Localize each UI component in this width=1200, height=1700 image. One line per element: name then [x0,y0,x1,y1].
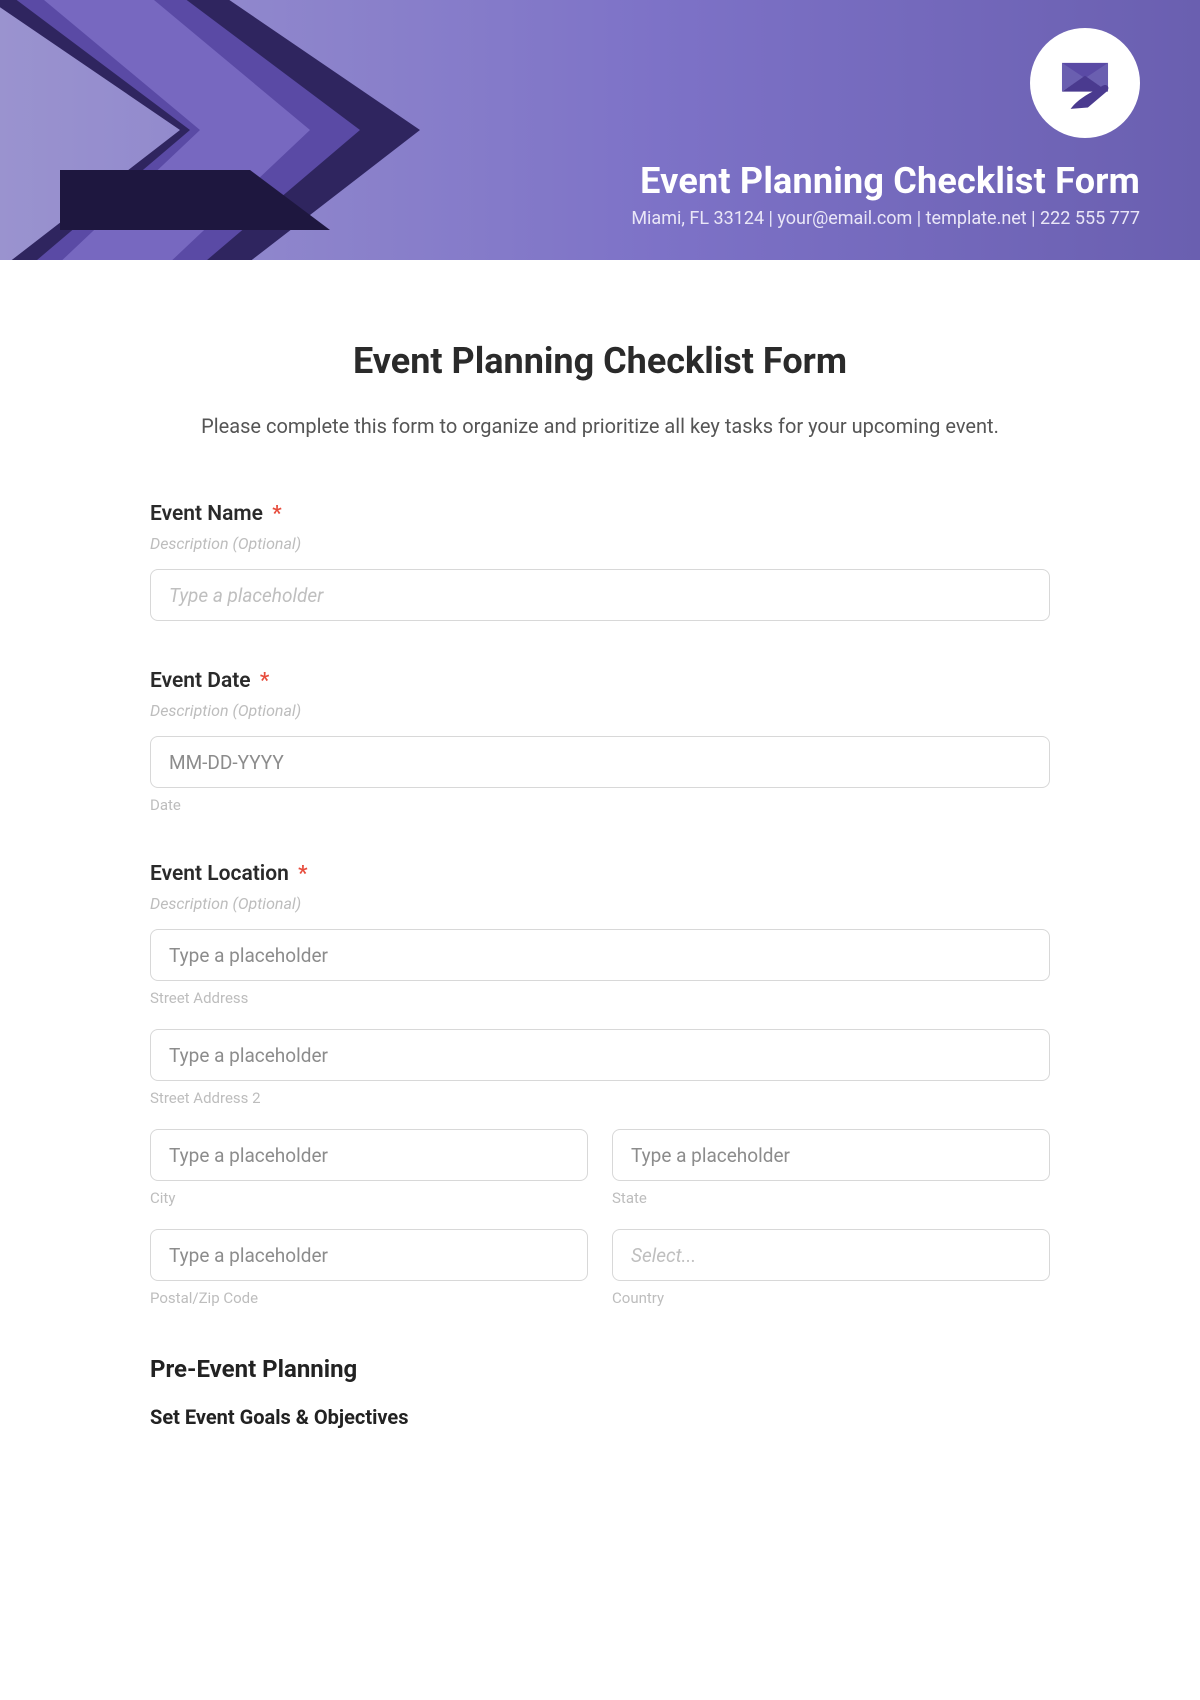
event-date-hint: Description (Optional) [150,701,1050,720]
country-sublabel: Country [612,1289,1050,1307]
event-name-label: Event Name [150,502,263,526]
event-name-input[interactable] [150,569,1050,621]
event-date-input[interactable] [150,736,1050,788]
banner-title: Event Planning Checklist Form [631,160,1140,202]
envelope-hand-icon [1049,47,1121,119]
required-mark: * [260,669,269,693]
state-input[interactable] [612,1129,1050,1181]
header-banner: Event Planning Checklist Form Miami, FL … [0,0,1200,260]
event-date-sublabel: Date [150,796,1050,814]
required-mark: * [272,502,281,526]
banner-subtitle: Miami, FL 33124 | your@email.com | templ… [631,208,1140,229]
event-date-label: Event Date [150,669,251,693]
street-address-sublabel: Street Address [150,989,1050,1007]
event-location-label: Event Location [150,862,289,886]
brand-logo [1030,28,1140,138]
city-sublabel: City [150,1189,588,1207]
postal-input[interactable] [150,1229,588,1281]
state-sublabel: State [612,1189,1050,1207]
country-select[interactable] [612,1229,1050,1281]
section-pre-event-heading: Pre-Event Planning [150,1355,1050,1383]
field-event-date: Event Date * Description (Optional) Date [150,669,1050,814]
field-event-location: Event Location * Description (Optional) … [150,862,1050,1307]
page-title: Event Planning Checklist Form [150,340,1050,382]
page-description: Please complete this form to organize an… [166,410,1034,442]
event-location-hint: Description (Optional) [150,894,1050,913]
postal-sublabel: Postal/Zip Code [150,1289,588,1307]
required-mark: * [298,862,307,886]
section-pre-event-sub1: Set Event Goals & Objectives [150,1405,1050,1429]
event-name-hint: Description (Optional) [150,534,1050,553]
city-input[interactable] [150,1129,588,1181]
field-event-name: Event Name * Description (Optional) [150,502,1050,621]
street-address-2-sublabel: Street Address 2 [150,1089,1050,1107]
street-address-2-input[interactable] [150,1029,1050,1081]
form-container: Event Planning Checklist Form Please com… [150,260,1050,1429]
street-address-input[interactable] [150,929,1050,981]
